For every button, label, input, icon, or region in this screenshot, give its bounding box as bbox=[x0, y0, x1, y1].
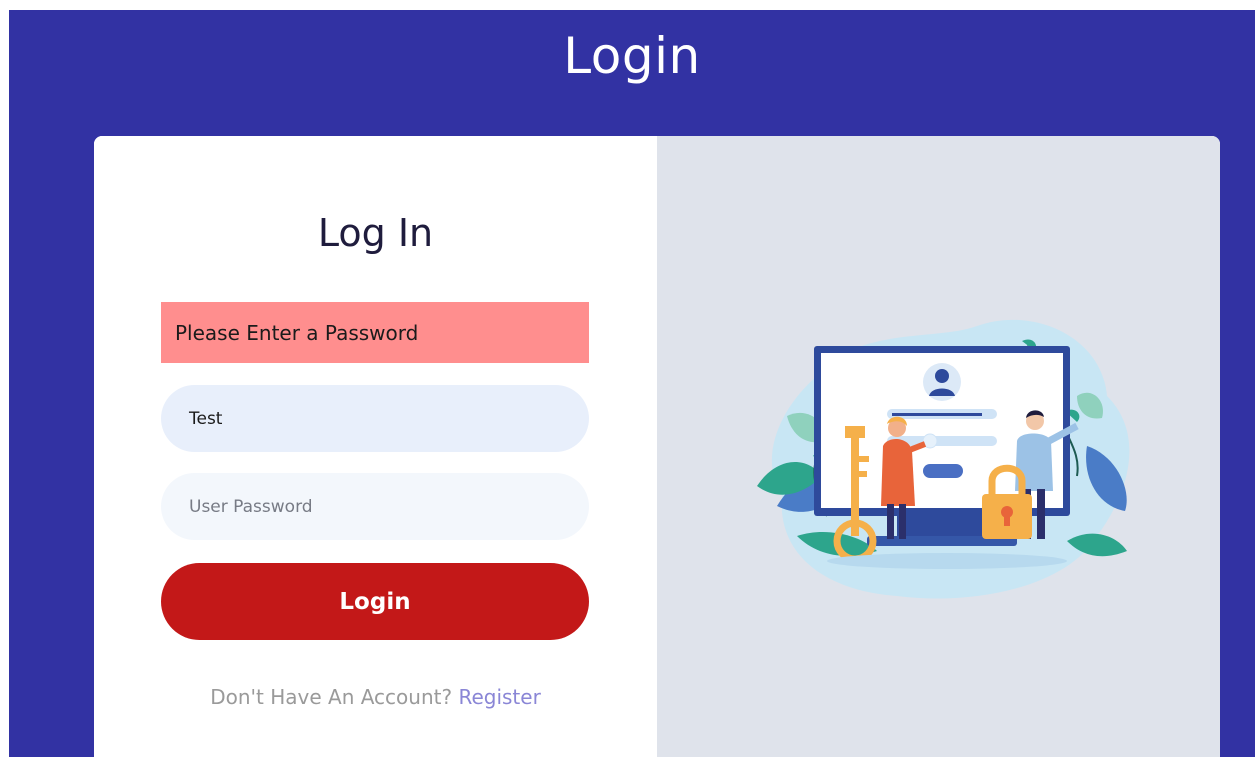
login-security-illustration bbox=[757, 319, 1130, 599]
page-title: Login bbox=[563, 27, 701, 85]
page-background: Login Log In Please Enter a Password Tes… bbox=[9, 10, 1255, 757]
login-form-panel: Log In Please Enter a Password Test User… bbox=[94, 136, 657, 757]
form-heading: Log In bbox=[317, 211, 434, 255]
password-input[interactable]: User Password bbox=[161, 473, 589, 540]
illustration-panel bbox=[657, 136, 1220, 757]
username-value: Test bbox=[189, 408, 223, 429]
error-banner: Please Enter a Password bbox=[161, 302, 589, 363]
error-message: Please Enter a Password bbox=[175, 320, 419, 345]
login-card: Log In Please Enter a Password Test User… bbox=[94, 136, 1220, 757]
register-prompt: Don't Have An Account? bbox=[210, 685, 453, 709]
login-button-label: Login bbox=[339, 588, 411, 615]
login-button[interactable]: Login bbox=[161, 563, 589, 640]
register-prompt-line: Don't Have An Account? Register bbox=[94, 685, 657, 709]
password-placeholder: User Password bbox=[189, 496, 313, 517]
username-input[interactable]: Test bbox=[161, 385, 589, 452]
register-link[interactable]: Register bbox=[458, 685, 540, 709]
